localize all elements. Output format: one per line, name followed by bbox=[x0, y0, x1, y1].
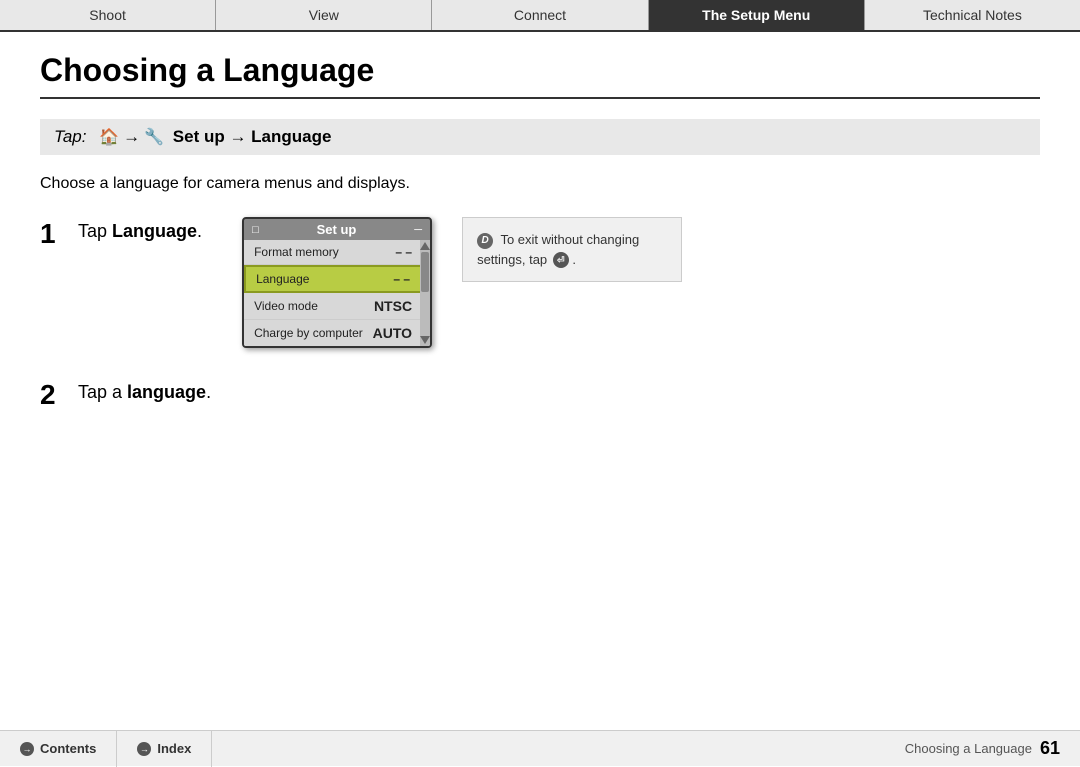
note-icon: D bbox=[477, 233, 493, 249]
screen-body: Format memory – – Language – – bbox=[244, 240, 430, 346]
screen-close-icon: ─ bbox=[414, 224, 422, 236]
index-label: Index bbox=[157, 741, 191, 756]
wrench-icon: 🔧 bbox=[144, 127, 164, 147]
screen-row-video-value: NTSC bbox=[374, 298, 412, 314]
screen-row-format-label: Format memory bbox=[254, 245, 339, 259]
page-info: Choosing a Language 61 bbox=[905, 738, 1080, 759]
step-1-text: Tap Language. bbox=[70, 217, 202, 242]
scrollbar-up-icon[interactable] bbox=[420, 242, 430, 250]
camera-screen-wrapper: □ Set up ─ Format memory – – bbox=[242, 217, 682, 348]
screen-row-language-label: Language bbox=[256, 272, 309, 286]
contents-label: Contents bbox=[40, 741, 96, 756]
index-icon: → bbox=[137, 742, 151, 756]
screen-row-charge: Charge by computer AUTO bbox=[244, 320, 430, 346]
screen-row-charge-value: AUTO bbox=[373, 325, 412, 341]
scrollbar-thumb[interactable] bbox=[421, 252, 429, 292]
contents-icon: → bbox=[20, 742, 34, 756]
screen-row-format-value: – – bbox=[395, 245, 412, 259]
screen-row-charge-label: Charge by computer bbox=[254, 326, 363, 340]
exit-button-icon: ⏎ bbox=[553, 252, 569, 268]
content-area: 1 Tap Language. □ Set up ─ bbox=[40, 217, 1040, 442]
tab-technical[interactable]: Technical Notes bbox=[865, 0, 1080, 30]
page-title: Choosing a Language bbox=[40, 52, 1040, 99]
tab-shoot[interactable]: Shoot bbox=[0, 0, 216, 30]
screen-row-language-value: – – bbox=[393, 272, 410, 286]
camera-screen: □ Set up ─ Format memory – – bbox=[242, 217, 432, 348]
arrow-icon-1: → bbox=[123, 127, 140, 147]
step-1: 1 Tap Language. bbox=[40, 217, 202, 251]
steps-area: 1 Tap Language. □ Set up ─ bbox=[40, 217, 1040, 442]
contents-button[interactable]: → Contents bbox=[0, 731, 117, 767]
screen-icon: □ bbox=[252, 224, 259, 236]
screen-title: Set up bbox=[259, 222, 415, 237]
tab-view[interactable]: View bbox=[216, 0, 432, 30]
step-1-number: 1 bbox=[40, 217, 70, 251]
tab-connect[interactable]: Connect bbox=[432, 0, 648, 30]
top-navigation: Shoot View Connect The Setup Menu Techni… bbox=[0, 0, 1080, 32]
step-2: 2 Tap a language. bbox=[40, 378, 1040, 412]
index-button[interactable]: → Index bbox=[117, 731, 212, 767]
page-number: 61 bbox=[1040, 738, 1060, 759]
page-label: Choosing a Language bbox=[905, 741, 1032, 756]
note-text-after: . bbox=[572, 252, 576, 267]
tap-instruction-bar: Tap: 🏠 → 🔧 Set up → Language bbox=[40, 119, 1040, 155]
bottom-bar: → Contents → Index Choosing a Language 6… bbox=[0, 730, 1080, 766]
page-description: Choose a language for camera menus and d… bbox=[40, 175, 1040, 193]
main-content: Choosing a Language Tap: 🏠 → 🔧 Set up → … bbox=[0, 32, 1080, 730]
tap-path: Set up → Language bbox=[168, 127, 331, 147]
screen-row-language: Language – – bbox=[244, 265, 430, 293]
note-box: D To exit without changing settings, tap… bbox=[462, 217, 682, 282]
step-2-number: 2 bbox=[40, 378, 70, 412]
screen-scrollbar[interactable] bbox=[420, 240, 430, 346]
screen-row-video: Video mode NTSC bbox=[244, 293, 430, 320]
step-2-text: Tap a language. bbox=[70, 378, 211, 403]
home-icon: 🏠 bbox=[99, 127, 119, 147]
scrollbar-down-icon[interactable] bbox=[420, 336, 430, 344]
tab-setup[interactable]: The Setup Menu bbox=[649, 0, 865, 30]
bottom-navigation: → Contents → Index bbox=[0, 731, 212, 767]
screen-row-video-label: Video mode bbox=[254, 299, 318, 313]
tap-label: Tap: bbox=[54, 127, 86, 147]
screen-header: □ Set up ─ bbox=[244, 219, 430, 240]
screen-row-format: Format memory – – bbox=[244, 240, 430, 265]
